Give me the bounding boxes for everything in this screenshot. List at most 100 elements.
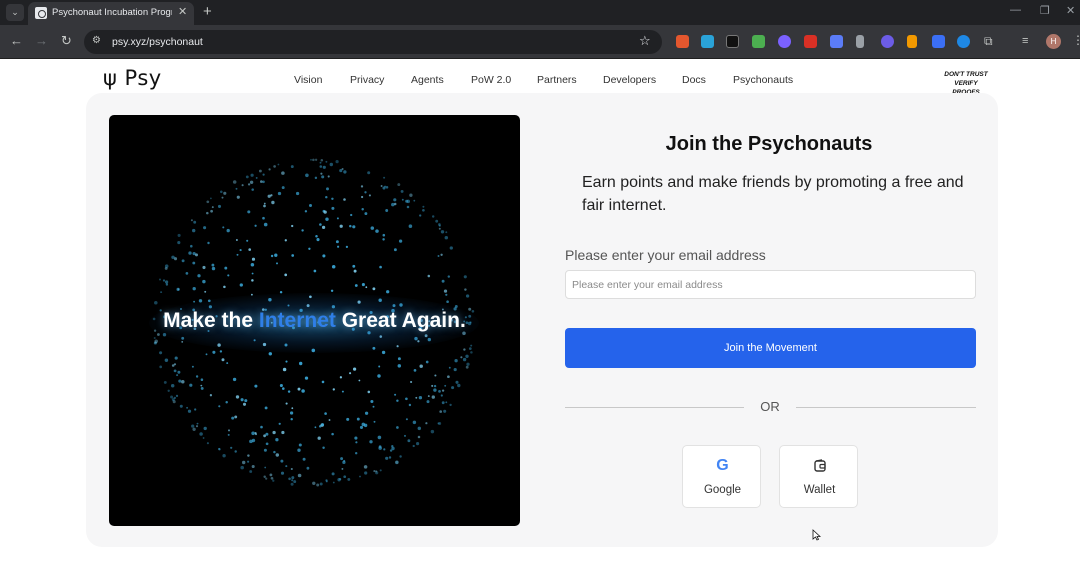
particle-dot [419,364,423,368]
forward-icon[interactable]: → [35,34,48,48]
particle-dot [316,483,320,487]
particle-dot [435,219,439,223]
particle-dot [222,226,225,229]
extension-icon[interactable] [830,35,843,48]
particle-dot [225,400,228,404]
particle-dot [242,460,246,465]
extension-icon[interactable] [957,35,970,48]
tab-close-icon[interactable]: ✕ [178,5,187,18]
particle-dot [317,436,321,440]
extensions-puzzle-icon[interactable]: ⧉ [984,34,993,48]
nav-agents[interactable]: Agents [411,74,444,86]
particle-dot [347,477,351,481]
url-text[interactable]: psy.xyz/psychonaut [112,36,203,48]
reload-icon[interactable]: ↻ [61,34,72,48]
particle-dot [441,389,445,392]
particle-dot [293,480,297,484]
particle-dot [297,473,302,478]
new-tab-button[interactable]: + [203,3,212,20]
particle-dot [341,390,344,393]
extension-fox-icon[interactable] [676,35,689,48]
google-login-button[interactable]: G Google [682,445,761,508]
particle-dot [218,447,221,450]
extension-icon[interactable] [881,35,894,48]
particle-dot [193,220,197,224]
extension-icon[interactable] [778,35,791,48]
nav-docs[interactable]: Docs [682,74,706,86]
particle-dot [355,452,358,455]
nav-developers[interactable]: Developers [603,74,656,86]
particle-dot [197,274,201,278]
particle-dot [267,194,271,198]
reading-list-icon[interactable]: ≡ [1022,34,1028,48]
back-icon[interactable]: ← [10,34,23,48]
particle-dot [195,375,199,378]
extension-icon[interactable] [726,35,739,48]
extension-icon[interactable] [804,35,817,48]
particle-dot [265,432,269,436]
minimize-icon[interactable]: — [1010,4,1021,16]
particle-dot [240,398,244,402]
particle-dot [321,423,325,427]
particle-dot [273,450,276,454]
particle-dot [445,401,448,404]
psy-logo[interactable]: ψ Psy [103,66,162,90]
tab-search-menu-icon[interactable]: ⌄ [6,4,24,21]
site-settings-icon[interactable]: ⚙ [92,35,101,46]
particle-dot [154,339,158,344]
particle-dot [275,453,280,457]
window-close-icon[interactable]: ✕ [1066,4,1075,17]
nav-psychonauts[interactable]: Psychonauts [733,74,793,86]
kebab-icon[interactable]: ⋮ [1072,33,1080,47]
particle-dot [349,372,352,375]
particle-dot [445,231,448,234]
extension-icon[interactable] [752,35,765,48]
extension-icon[interactable] [907,35,917,48]
nav-pow[interactable]: PoW 2.0 [471,74,511,86]
particle-dot [438,390,441,393]
profile-avatar[interactable]: H [1046,34,1061,49]
email-field[interactable] [565,270,976,299]
particle-dot [281,186,285,190]
nav-vision[interactable]: Vision [294,74,322,86]
particle-dot [310,158,312,161]
particle-dot [226,228,230,233]
extension-icon[interactable] [932,35,945,48]
particle-dot [427,274,431,278]
maximize-icon[interactable]: ❐ [1040,4,1050,17]
or-text: OR [760,399,780,414]
particle-dot [342,460,346,465]
nav-partners[interactable]: Partners [537,74,577,86]
particle-dot [360,185,364,188]
particle-dot [443,289,448,293]
particle-dot [375,470,378,473]
particle-dot [355,441,358,444]
particle-dot [192,261,196,265]
particle-dot [165,283,169,286]
star-icon[interactable]: ☆ [639,33,651,49]
wallet-login-button[interactable]: Wallet [779,445,858,508]
particle-dot [282,367,287,372]
particle-dot [199,432,203,436]
particle-dot [222,454,226,458]
particle-dot [290,417,293,421]
address-bar[interactable]: ⚙ psy.xyz/psychonaut ☆ [84,30,662,54]
particle-dot [319,223,322,226]
particle-dot [343,198,346,201]
particle-dot [171,255,175,260]
particle-dot [361,422,366,427]
particle-dot [247,454,250,457]
particle-dot [285,402,288,405]
particle-dot [244,399,248,403]
particle-dot [408,224,413,228]
particle-dot [377,435,382,440]
particle-dot [224,266,228,270]
extension-icon[interactable] [701,35,714,48]
nav-privacy[interactable]: Privacy [350,74,384,86]
join-movement-button[interactable]: Join the Movement [565,328,976,368]
extension-icon[interactable] [856,35,864,48]
browser-tab[interactable]: Psychonaut Incubation Program ✕ [28,2,194,25]
particle-dot [440,394,443,397]
particle-dot [407,439,411,443]
particle-dot [367,171,371,175]
